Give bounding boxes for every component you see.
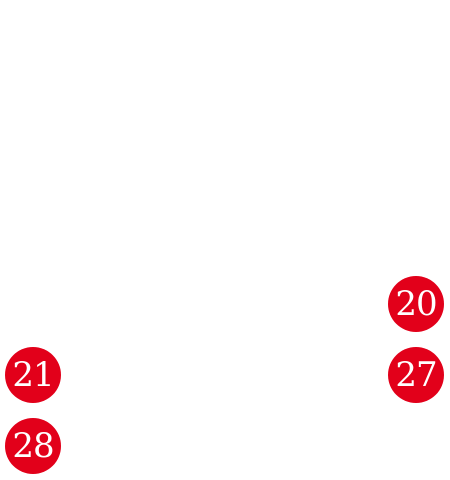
calendar-day-27[interactable]: 27	[388, 347, 444, 403]
calendar-day-28[interactable]: 28	[5, 418, 61, 474]
calendar-day-20[interactable]: 20	[388, 276, 444, 332]
calendar-day-grid: 20 21 27 28	[0, 0, 450, 480]
calendar-day-21[interactable]: 21	[5, 347, 61, 403]
